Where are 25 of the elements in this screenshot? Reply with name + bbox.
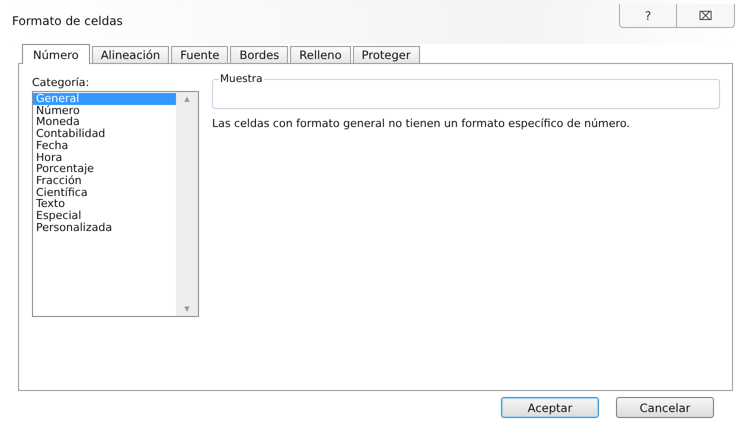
list-item[interactable]: Fecha xyxy=(33,140,176,152)
tab[interactable]: Alineación xyxy=(92,46,170,63)
list-item[interactable]: Número xyxy=(33,104,176,116)
ok-button[interactable]: Aceptar xyxy=(501,397,599,418)
list-item[interactable]: Contabilidad xyxy=(33,128,176,140)
list-item[interactable]: Moneda xyxy=(33,116,176,128)
description-text: Las celdas con formato general no tienen un formato específico de número. xyxy=(212,117,631,130)
list-item[interactable]: Porcentaje xyxy=(33,163,176,175)
window-title: Formato de celdas xyxy=(12,14,123,28)
tab[interactable]: Relleno xyxy=(290,46,351,63)
list-item[interactable]: Texto xyxy=(33,198,176,210)
tab[interactable]: Bordes xyxy=(230,46,288,63)
tab[interactable]: Proteger xyxy=(352,46,420,63)
tab[interactable]: Fuente xyxy=(171,46,228,63)
cancel-button[interactable]: Cancelar xyxy=(616,397,714,418)
help-button[interactable]: ? xyxy=(619,4,677,28)
list-item[interactable]: Hora xyxy=(33,152,176,164)
list-item[interactable]: Especial xyxy=(33,210,176,222)
list-item[interactable]: Fracción xyxy=(33,174,176,187)
list-item[interactable]: Personalizada xyxy=(33,222,176,234)
list-item[interactable]: Científica xyxy=(33,186,176,198)
sample-label: Muestra xyxy=(219,73,264,85)
category-label: Categoría: xyxy=(32,76,90,89)
tab[interactable]: Número xyxy=(22,44,90,64)
close-button[interactable]: ⌧ xyxy=(677,4,735,28)
